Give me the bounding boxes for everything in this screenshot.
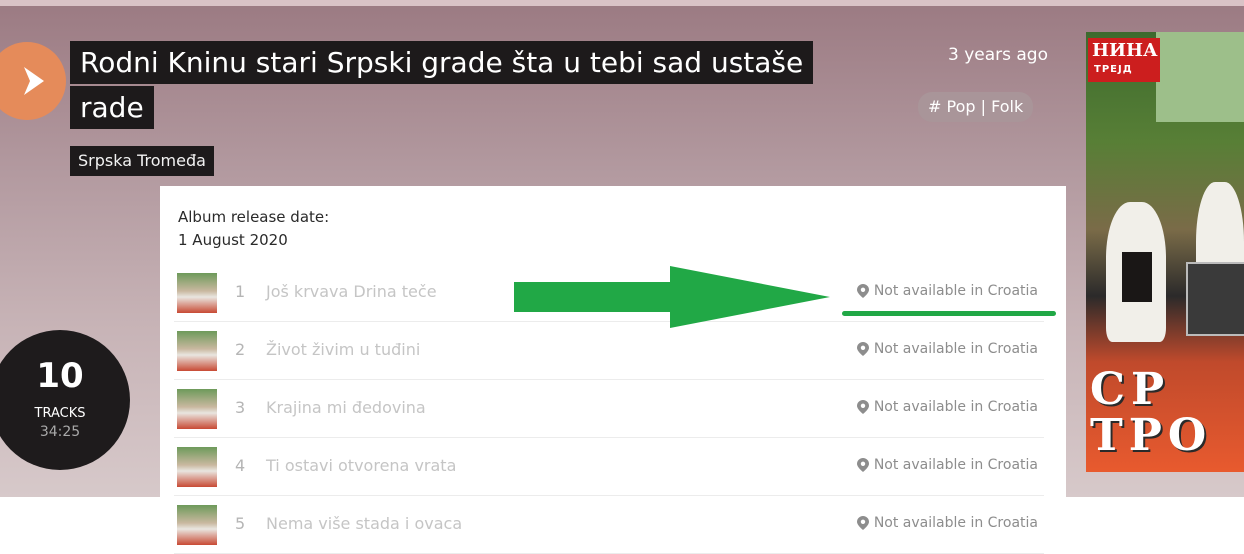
- album-title: Rodni Kninu stari Srpski grade šta u teb…: [70, 41, 830, 131]
- track-thumbnail: [177, 447, 217, 487]
- track-title[interactable]: Život živim u tuđini: [266, 340, 420, 359]
- track-number: 3: [235, 398, 246, 417]
- track-title[interactable]: Krajina mi đedovina: [266, 398, 426, 417]
- tracklist-panel: Album release date: 1 August 2020 1 Još …: [160, 186, 1066, 554]
- track-thumbnail: [177, 505, 217, 545]
- location-pin-icon: [856, 284, 869, 298]
- track-row[interactable]: 2 Život živim u tuđini Not available in …: [174, 322, 1044, 380]
- cover-logo-text: НИНА: [1092, 40, 1158, 61]
- release-date-label: Album release date:: [178, 208, 330, 226]
- location-pin-icon: [856, 516, 869, 530]
- cover-logo-sub: ТРЕЈД: [1094, 64, 1133, 75]
- track-thumbnail: [177, 389, 217, 429]
- location-pin-icon: [856, 400, 869, 414]
- track-row[interactable]: 3 Krajina mi đedovina Not available in C…: [174, 380, 1044, 438]
- track-row[interactable]: 5 Nema više stada i ovaca Not available …: [174, 496, 1044, 554]
- cover-figure-vest: [1122, 252, 1152, 302]
- track-title[interactable]: Ti ostavi otvorena vrata: [266, 456, 456, 475]
- availability-text: Not available in Croatia: [873, 457, 1038, 473]
- annotation-underline: [842, 311, 1056, 316]
- availability-text: Not available in Croatia: [873, 283, 1038, 299]
- upload-time: 3 years ago: [947, 45, 1048, 65]
- annotation-arrow-icon: [514, 266, 830, 328]
- total-duration: 34:25: [39, 424, 81, 440]
- availability-status: Not available in Croatia: [856, 341, 1038, 357]
- album-title-line-2: rade: [70, 86, 154, 129]
- track-count-badge: 10 TRACKS 34:25: [0, 330, 130, 470]
- location-pin-icon: [856, 342, 869, 356]
- track-row[interactable]: 4 Ti ostavi otvorena vrata Not available…: [174, 438, 1044, 496]
- track-thumbnail: [177, 331, 217, 371]
- album-cover[interactable]: НИНА ТРЕЈД СР ТРО: [1086, 32, 1244, 472]
- play-button[interactable]: [0, 42, 66, 120]
- top-strip: [0, 0, 1244, 6]
- location-pin-icon: [856, 458, 869, 472]
- album-title-line-1: Rodni Kninu stari Srpski grade šta u teb…: [70, 41, 814, 84]
- availability-status: Not available in Croatia: [856, 457, 1038, 473]
- track-count: 10: [36, 356, 84, 396]
- cover-label-logo: НИНА ТРЕЈД: [1088, 38, 1160, 82]
- release-date-value: 1 August 2020: [178, 231, 288, 249]
- cover-title-line-2: ТРО: [1090, 410, 1213, 461]
- tracks-label: TRACKS: [34, 406, 86, 421]
- play-icon: [24, 67, 44, 95]
- track-number: 4: [235, 456, 246, 475]
- track-number: 5: [235, 514, 246, 533]
- cover-background: [1156, 32, 1244, 122]
- track-title[interactable]: Nema više stada i ovaca: [266, 514, 462, 533]
- cover-title-line-1: СР: [1090, 364, 1171, 415]
- availability-text: Not available in Croatia: [873, 399, 1038, 415]
- artist-link[interactable]: Srpska Tromeđa: [70, 146, 214, 176]
- cover-accordion: [1186, 262, 1244, 336]
- availability-status: Not available in Croatia: [856, 399, 1038, 415]
- track-number: 2: [235, 340, 246, 359]
- availability-status: Not available in Croatia: [856, 283, 1038, 299]
- track-number: 1: [235, 282, 246, 301]
- genre-tag[interactable]: # Pop | Folk: [918, 92, 1034, 122]
- track-title[interactable]: Još krvava Drina teče: [266, 282, 437, 301]
- track-thumbnail: [177, 273, 217, 313]
- availability-text: Not available in Croatia: [873, 341, 1038, 357]
